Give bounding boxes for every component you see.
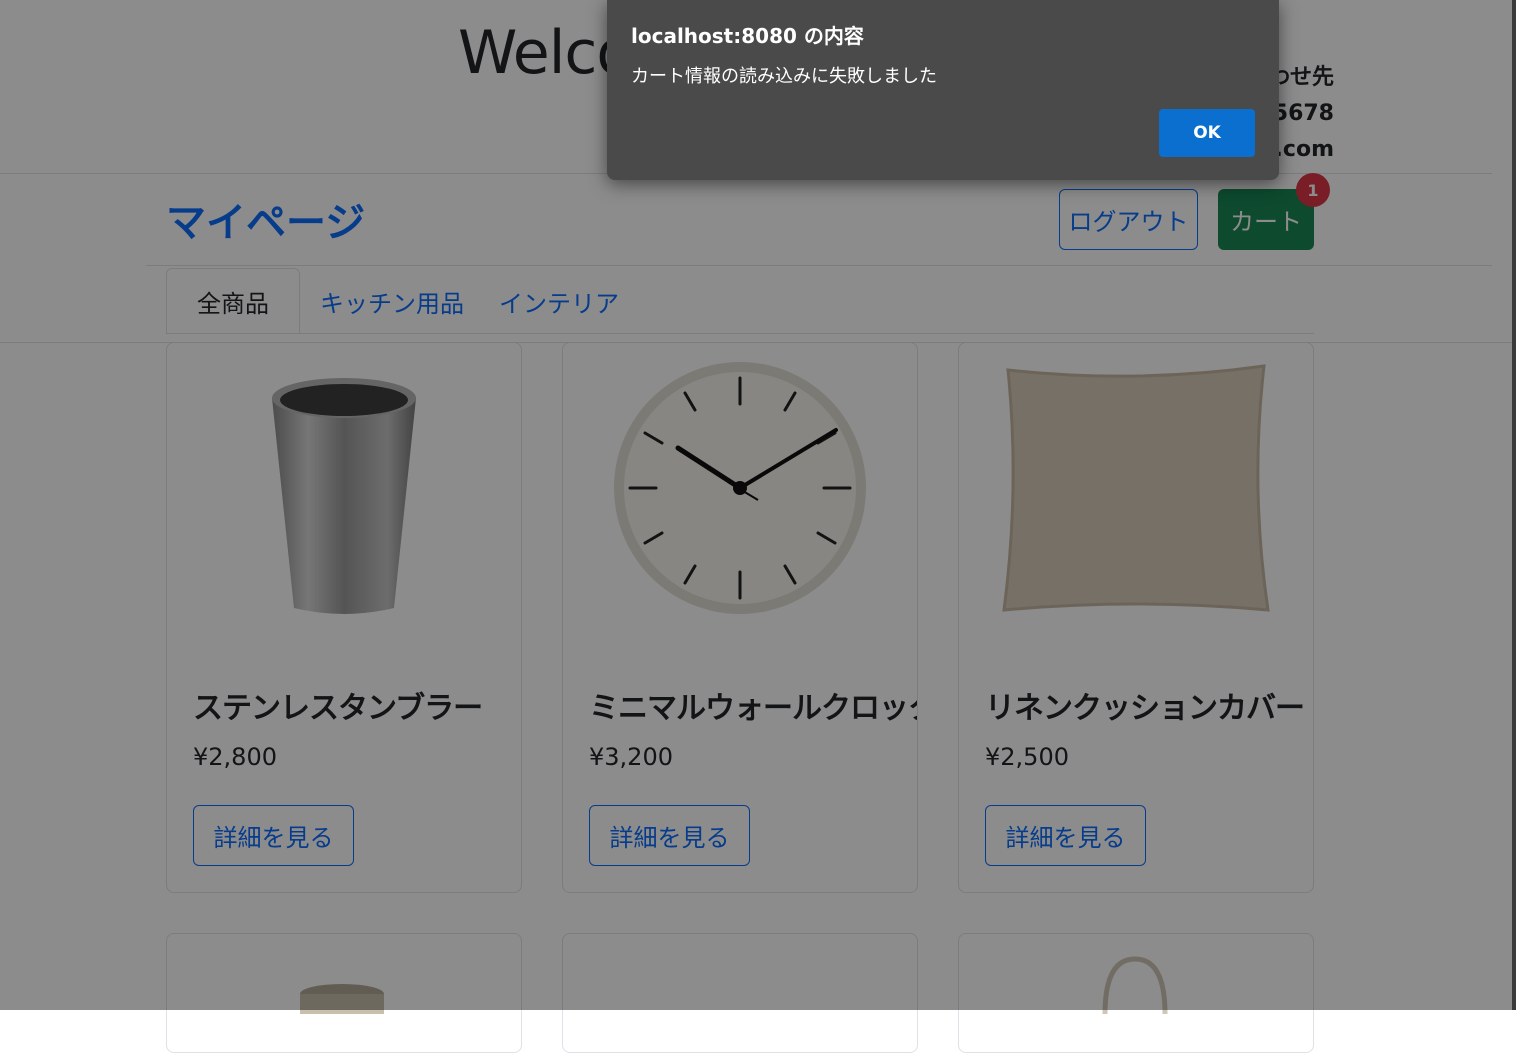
alert-ok-button[interactable]: OK	[1159, 109, 1255, 157]
alert-dialog: localhost:8080 の内容 カート情報の読み込みに失敗しました OK	[607, 0, 1279, 180]
alert-message: カート情報の読み込みに失敗しました	[631, 66, 937, 87]
scrollbar-edge	[1512, 0, 1516, 1010]
alert-title: localhost:8080 の内容	[631, 24, 864, 48]
